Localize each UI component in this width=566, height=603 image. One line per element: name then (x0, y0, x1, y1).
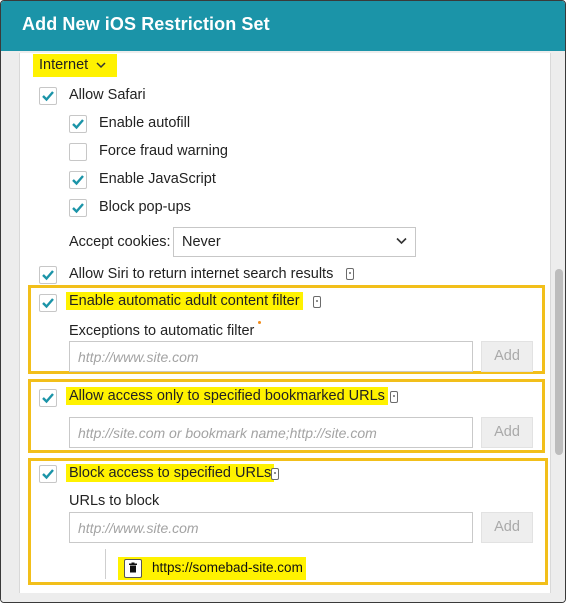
chevron-down-icon (96, 62, 106, 69)
scrollbar-thumb[interactable] (555, 269, 563, 455)
required-marker (258, 321, 261, 324)
dialog: Add New iOS Restriction Set Internet All… (0, 0, 566, 603)
section-toggle[interactable]: Internet (33, 54, 117, 77)
trash-icon (129, 562, 137, 573)
blocked-url-text: https://somebad-site.com (152, 560, 303, 575)
block-popups-checkbox[interactable] (69, 199, 87, 217)
block-urls-label: Block access to specified URLs (66, 464, 275, 482)
check-icon (72, 175, 84, 186)
info-icon[interactable] (271, 468, 279, 480)
info-icon[interactable] (390, 391, 398, 403)
block-urls-label-text: Block access to specified URLs (66, 464, 275, 482)
check-icon (42, 469, 54, 480)
add-exception-button[interactable]: Add (481, 341, 533, 372)
dialog-header: Add New iOS Restriction Set (1, 1, 565, 51)
add-bookmarked-url-button[interactable]: Add (481, 417, 533, 448)
urls-to-block-label: URLs to block (69, 493, 160, 509)
allow-safari-label: Allow Safari (69, 87, 146, 103)
add-blocked-url-button[interactable]: Add (481, 512, 533, 543)
adult-filter-label-text: Enable automatic adult content filter (66, 292, 303, 310)
bookmarked-label: Allow access only to specified bookmarke… (66, 387, 388, 405)
exceptions-input[interactable] (69, 341, 473, 372)
allow-siri-label: Allow Siri to return internet search res… (69, 266, 334, 282)
force-fraud-warning-label: Force fraud warning (99, 143, 228, 159)
check-icon (42, 393, 54, 404)
enable-javascript-label: Enable JavaScript (99, 171, 216, 187)
blocked-url-entry: https://somebad-site.com (118, 557, 306, 580)
info-icon[interactable] (346, 268, 354, 280)
adult-filter-label: Enable automatic adult content filter (66, 292, 303, 310)
enable-autofill-checkbox[interactable] (69, 115, 87, 133)
block-popups-label: Block pop-ups (99, 199, 191, 215)
bookmarked-checkbox[interactable] (39, 389, 57, 407)
delete-url-button[interactable] (124, 559, 142, 578)
enable-javascript-checkbox[interactable] (69, 171, 87, 189)
enable-autofill-label: Enable autofill (99, 115, 191, 131)
adult-filter-checkbox[interactable] (39, 294, 57, 312)
section-label: Internet (39, 57, 89, 73)
dialog-title: Add New iOS Restriction Set (22, 14, 270, 34)
check-icon (72, 119, 84, 130)
bookmarked-urls-input[interactable] (69, 417, 473, 448)
check-icon (42, 91, 54, 102)
force-fraud-warning-checkbox[interactable] (69, 143, 87, 161)
accept-cookies-value: Never (182, 234, 221, 250)
block-urls-checkbox[interactable] (39, 465, 57, 483)
accept-cookies-label: Accept cookies: (69, 234, 171, 250)
tree-connector (105, 549, 106, 579)
chevron-down-icon (396, 237, 407, 245)
exceptions-label: Exceptions to automatic filter (69, 323, 255, 339)
block-url-input[interactable] (69, 512, 473, 543)
check-icon (42, 298, 54, 309)
accept-cookies-select[interactable]: Never (173, 227, 416, 257)
allow-siri-checkbox[interactable] (39, 266, 57, 284)
bookmarked-label-text: Allow access only to specified bookmarke… (66, 387, 388, 405)
allow-safari-checkbox[interactable] (39, 87, 57, 105)
check-icon (72, 203, 84, 214)
info-icon[interactable] (313, 296, 321, 308)
check-icon (42, 270, 54, 281)
